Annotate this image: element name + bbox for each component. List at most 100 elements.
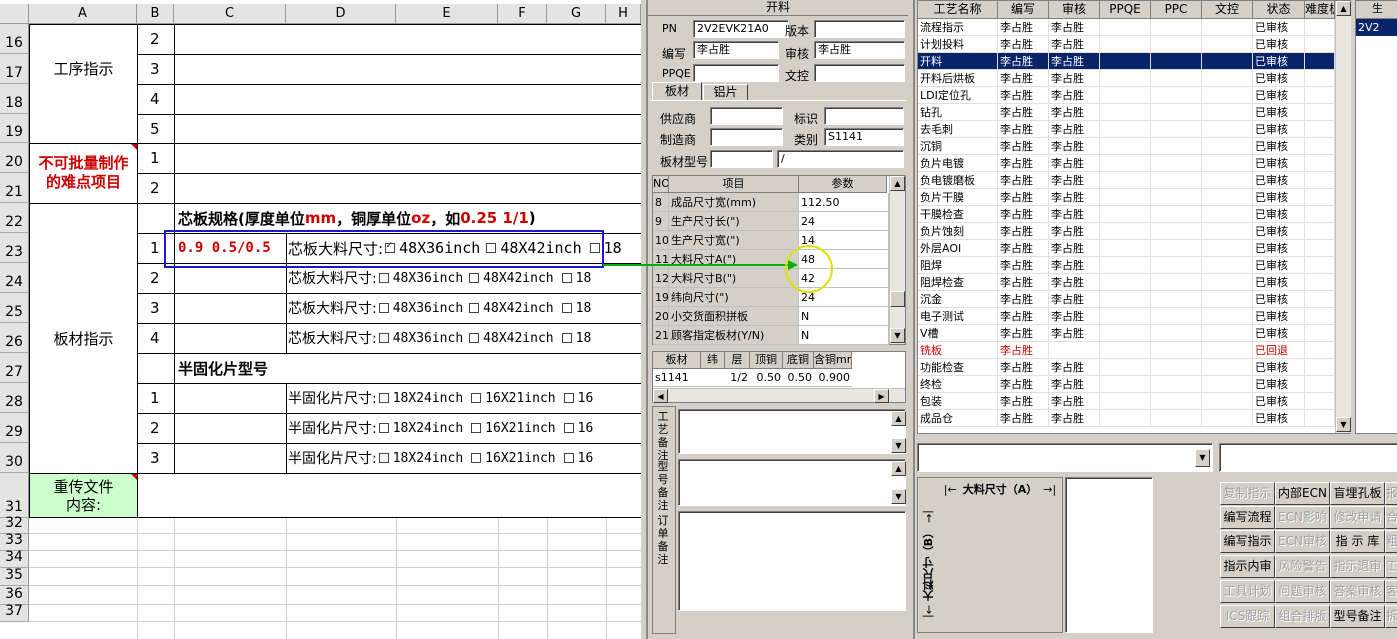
process-cell[interactable] [1202, 274, 1253, 291]
process-cell[interactable]: 李占胜 [998, 172, 1049, 189]
process-cell[interactable] [1202, 291, 1253, 308]
param-value[interactable]: 24 [799, 288, 889, 307]
row-header-22[interactable]: 22 [0, 203, 29, 233]
material-cell[interactable]: 0.50 [783, 369, 814, 387]
process-cell[interactable] [1305, 121, 1335, 138]
checkbox-16[interactable] [563, 453, 574, 463]
order-note-field[interactable] [678, 511, 906, 611]
process-cell[interactable] [1100, 172, 1151, 189]
process-cell[interactable] [1151, 308, 1202, 325]
material-hscrollbar[interactable]: ◀ ▶ [653, 388, 905, 403]
process-cell[interactable]: 李占胜 [998, 104, 1049, 121]
core-size-options[interactable]: 芯板大料尺寸:48X36inch48X42inch18 [288, 323, 591, 353]
param-value[interactable]: N [799, 307, 889, 326]
process-cell[interactable] [1100, 376, 1151, 393]
process-cell[interactable]: 已审核 [1253, 376, 1305, 393]
process-cell[interactable]: 李占胜 [998, 138, 1049, 155]
process-cell[interactable]: 已审核 [1253, 104, 1305, 121]
scroll-right-icon[interactable]: ▶ [874, 389, 889, 403]
process-cell[interactable]: 李占胜 [998, 206, 1049, 223]
row-header-27[interactable]: 27 [0, 353, 29, 383]
process-cell[interactable] [1305, 274, 1335, 291]
process-cell[interactable]: 李占胜 [998, 70, 1049, 87]
process-cell[interactable] [1305, 36, 1335, 53]
core-spec-value[interactable]: 0.9 0.5/0.5 [178, 233, 271, 263]
row-header-26[interactable]: 26 [0, 323, 29, 353]
process-cell[interactable] [1305, 172, 1335, 189]
process-cell[interactable]: 李占胜 [1049, 240, 1100, 257]
action-button[interactable]: 内部ECN [1275, 482, 1330, 505]
action-button[interactable]: 型号备注 [1330, 605, 1385, 628]
row-header-18[interactable]: 18 [0, 84, 29, 114]
process-cell[interactable]: 已审核 [1253, 308, 1305, 325]
process-cell[interactable] [1100, 308, 1151, 325]
process-cell[interactable]: 李占胜 [1049, 359, 1100, 376]
process-cell[interactable] [1100, 206, 1151, 223]
process-cell[interactable] [1100, 257, 1151, 274]
process-cell[interactable] [1100, 410, 1151, 427]
process-cell[interactable]: 李占胜 [998, 240, 1049, 257]
process-cell[interactable] [1100, 393, 1151, 410]
process-cell[interactable] [1202, 325, 1253, 342]
spreadsheet[interactable]: A B C D E F G H 16 17 18 19 20 21 22 23 24 25 26 27 28 29 30 31… [0, 0, 641, 639]
process-cell[interactable] [1100, 359, 1151, 376]
row-header-17[interactable]: 17 [0, 54, 29, 84]
process-cell[interactable] [1151, 223, 1202, 240]
process-cell[interactable] [1049, 342, 1100, 359]
column-header-e[interactable]: E [396, 4, 498, 24]
action-button[interactable]: 工 [1385, 555, 1397, 578]
column-header-a[interactable]: A [29, 4, 137, 24]
note2-scroll-down-icon[interactable]: ▼ [891, 489, 906, 504]
process-row-name[interactable]: 开料 [918, 53, 998, 70]
row-header-23[interactable]: 23 [0, 233, 29, 263]
process-cell[interactable] [1151, 325, 1202, 342]
process-cell[interactable] [1202, 19, 1253, 36]
param-value[interactable]: N [799, 326, 889, 345]
action-button[interactable]: 合 [1385, 506, 1397, 529]
checkbox-18[interactable] [589, 243, 600, 253]
action-button[interactable]: ICS跟踪 [1220, 605, 1275, 628]
checkbox-48x42[interactable] [469, 273, 480, 283]
process-cell[interactable]: 李占胜 [998, 359, 1049, 376]
process-cell[interactable]: 李占胜 [998, 393, 1049, 410]
action-button[interactable]: 报 [1385, 482, 1397, 505]
process-row-name[interactable]: 开料后烘板 [918, 70, 998, 87]
process-cell[interactable]: 已审核 [1253, 19, 1305, 36]
process-cell[interactable] [1202, 257, 1253, 274]
checkbox-16[interactable] [563, 423, 574, 433]
action-button[interactable]: 复制指示 [1220, 482, 1275, 505]
note-scroll-down-icon[interactable]: ▼ [891, 438, 906, 453]
process-cell[interactable]: 李占胜 [1049, 155, 1100, 172]
process-scrollbar[interactable]: ▲ ▼ [1335, 1, 1351, 433]
column-header-g[interactable]: G [547, 4, 606, 24]
action-button[interactable]: 粗 [1385, 530, 1397, 553]
process-cell[interactable] [1100, 342, 1151, 359]
row-header-35[interactable]: 35 [0, 567, 29, 586]
process-header[interactable]: 难度板 [1305, 1, 1335, 19]
process-cell[interactable] [1151, 393, 1202, 410]
process-header[interactable]: PPC [1151, 1, 1202, 19]
process-cell[interactable] [1305, 342, 1335, 359]
model-note-field[interactable] [678, 459, 906, 506]
material-cell[interactable]: 0.50 [750, 369, 783, 387]
process-row-name[interactable]: 功能检查 [918, 359, 998, 376]
row-header-37[interactable]: 37 [0, 603, 29, 622]
tab-aluminum[interactable]: 铝片 [703, 84, 748, 100]
row-header-30[interactable]: 30 [0, 443, 29, 473]
action-button[interactable]: 指示退审 [1330, 555, 1385, 578]
process-cell[interactable] [1305, 223, 1335, 240]
action-button[interactable]: 指示内审 [1220, 555, 1275, 578]
process-cell[interactable] [1151, 172, 1202, 189]
process-note-field[interactable] [678, 409, 906, 454]
comment-marker-icon[interactable] [131, 474, 137, 480]
process-cell[interactable]: 已审核 [1253, 206, 1305, 223]
process-cell[interactable] [1202, 53, 1253, 70]
process-cell[interactable] [1151, 206, 1202, 223]
action-button[interactable]: 编写流程 [1220, 506, 1275, 529]
process-cell[interactable] [1151, 155, 1202, 172]
checkbox-48x42[interactable] [486, 243, 497, 253]
process-cell[interactable] [1305, 410, 1335, 427]
process-cell[interactable] [1202, 155, 1253, 172]
checkbox-18x24[interactable] [378, 393, 389, 403]
process-cell[interactable] [1305, 240, 1335, 257]
